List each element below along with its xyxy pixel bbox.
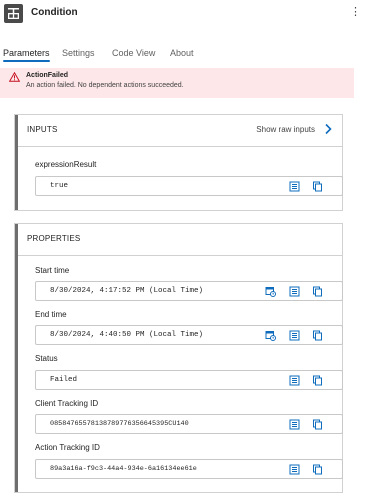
action-tracking-id-field: 89a3a16a-f9c3-44a4-934e-6a16134ee61e (35, 459, 343, 479)
copy-icon[interactable] (312, 419, 323, 430)
inputs-title: INPUTS (27, 125, 58, 134)
error-message: An action failed. No dependent actions s… (26, 82, 184, 89)
copy-icon[interactable] (312, 330, 323, 341)
section-accent-bar (15, 224, 18, 492)
format-icon[interactable] (289, 286, 300, 297)
calendar-clock-icon[interactable] (265, 330, 276, 341)
copy-icon[interactable] (312, 375, 323, 386)
field-value: Failed (50, 376, 78, 384)
tab-code-view[interactable]: Code View (112, 46, 155, 66)
error-title: ActionFailed (26, 72, 69, 79)
field-label-expression-result: expressionResult (35, 160, 97, 169)
field-value: 8/30/2024, 4:40:50 PM (Local Time) (50, 331, 204, 339)
tab-settings[interactable]: Settings (62, 46, 95, 66)
format-icon[interactable] (289, 375, 300, 386)
more-options-icon[interactable]: ⋮ (350, 5, 361, 19)
error-banner: ActionFailed An action failed. No depend… (0, 68, 354, 98)
properties-header: PROPERTIES (18, 224, 342, 256)
field-value: 08584765578138789776356645395CU140 (50, 420, 189, 428)
calendar-clock-icon[interactable] (265, 286, 276, 297)
tab-parameters[interactable]: Parameters (3, 46, 50, 66)
page-title: Condition (31, 7, 78, 18)
chevron-right-icon[interactable] (323, 123, 333, 135)
condition-icon (4, 4, 23, 23)
copy-icon[interactable] (312, 181, 323, 192)
format-icon[interactable] (289, 419, 300, 430)
inputs-header: INPUTS Show raw inputs (18, 115, 342, 147)
format-icon[interactable] (289, 330, 300, 341)
field-value: 8/30/2024, 4:17:52 PM (Local Time) (50, 287, 204, 295)
properties-section: PROPERTIES Start time 8/30/2024, 4:17:52… (14, 223, 343, 493)
end-time-field: 8/30/2024, 4:40:50 PM (Local Time) (35, 325, 343, 345)
warning-icon (9, 72, 20, 82)
field-label-start-time: Start time (35, 266, 70, 275)
show-raw-inputs-link[interactable]: Show raw inputs (256, 125, 315, 134)
expression-result-field: true (35, 176, 343, 196)
field-label-action-tracking-id: Action Tracking ID (35, 443, 100, 452)
tab-about[interactable]: About (170, 46, 194, 66)
format-icon[interactable] (289, 181, 300, 192)
panel-header: Condition ⋮ (0, 0, 368, 30)
client-tracking-id-field: 08584765578138789776356645395CU140 (35, 414, 343, 434)
properties-title: PROPERTIES (27, 234, 81, 243)
format-icon[interactable] (289, 464, 300, 475)
inputs-section: INPUTS Show raw inputs expressionResult … (14, 114, 343, 211)
field-label-end-time: End time (35, 310, 67, 319)
field-label-status: Status (35, 354, 58, 363)
start-time-field: 8/30/2024, 4:17:52 PM (Local Time) (35, 281, 343, 301)
field-value: 89a3a16a-f9c3-44a4-934e-6a16134ee61e (50, 465, 197, 473)
field-label-client-tracking-id: Client Tracking ID (35, 399, 99, 408)
status-field: Failed (35, 370, 343, 390)
field-value: true (50, 182, 69, 190)
tab-bar: Parameters Settings Code View About (0, 46, 368, 66)
copy-icon[interactable] (312, 464, 323, 475)
copy-icon[interactable] (312, 286, 323, 297)
